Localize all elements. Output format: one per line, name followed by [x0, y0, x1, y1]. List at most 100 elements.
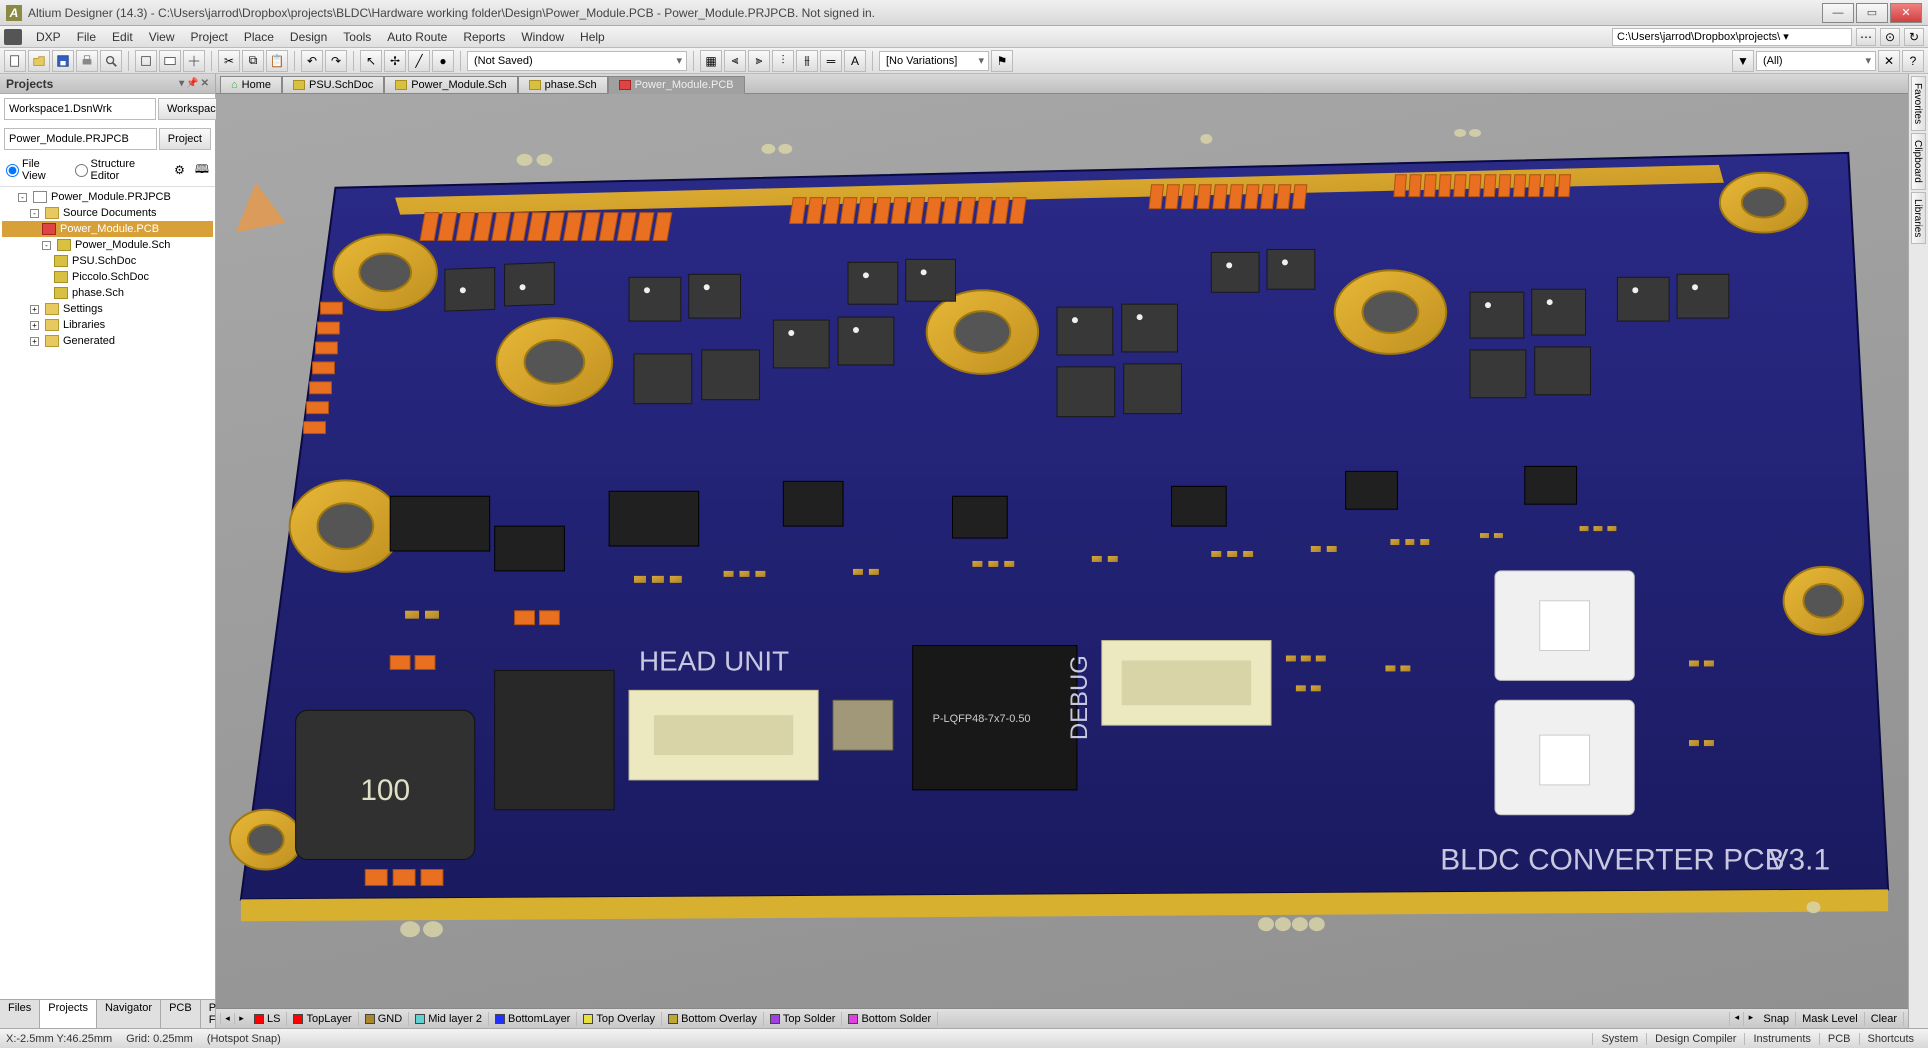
- close-button[interactable]: ✕: [1890, 3, 1922, 23]
- layer-tab[interactable]: LS: [248, 1012, 287, 1026]
- workspace-dropdown[interactable]: [4, 98, 156, 120]
- align-right-button[interactable]: ⫸: [748, 50, 770, 72]
- file-view-radio[interactable]: File View: [6, 158, 65, 182]
- project-file-field[interactable]: [4, 128, 157, 150]
- zoom-in-button[interactable]: [135, 50, 157, 72]
- align-top-button[interactable]: ⫶: [772, 50, 794, 72]
- layer-prev[interactable]: ◂: [220, 1013, 234, 1024]
- panel-menu-icon[interactable]: ▾: [179, 78, 184, 89]
- panel-close-icon[interactable]: ✕: [201, 78, 209, 89]
- distribute-button[interactable]: ═: [820, 50, 842, 72]
- print-button[interactable]: [76, 50, 98, 72]
- menu-tools[interactable]: Tools: [335, 28, 379, 46]
- tree-item[interactable]: +Generated: [2, 333, 213, 349]
- doc-tab[interactable]: phase.Sch: [518, 76, 608, 93]
- path-refresh-button[interactable]: ↻: [1904, 28, 1924, 46]
- project-tree[interactable]: -Power_Module.PRJPCB-Source DocumentsPow…: [0, 187, 215, 999]
- crosshair-button[interactable]: [183, 50, 205, 72]
- menu-design[interactable]: Design: [282, 28, 335, 46]
- tree-item[interactable]: PSU.SchDoc: [2, 253, 213, 269]
- text-button[interactable]: A: [844, 50, 866, 72]
- menu-view[interactable]: View: [141, 28, 183, 46]
- tree-item[interactable]: phase.Sch: [2, 285, 213, 301]
- right-tab-libraries[interactable]: Libraries: [1911, 192, 1926, 244]
- new-button[interactable]: [4, 50, 26, 72]
- layer-right-btn[interactable]: Snap: [1757, 1012, 1796, 1026]
- via-button[interactable]: ●: [432, 50, 454, 72]
- layer-tab[interactable]: BottomLayer: [489, 1012, 577, 1026]
- select-button[interactable]: ↖: [360, 50, 382, 72]
- undo-button[interactable]: ↶: [301, 50, 323, 72]
- right-tab-favorites[interactable]: Favorites: [1911, 76, 1926, 131]
- layer-right-btn[interactable]: Clear: [1865, 1012, 1904, 1026]
- tree-item[interactable]: Piccolo.SchDoc: [2, 269, 213, 285]
- menu-dxp[interactable]: DXP: [28, 28, 69, 46]
- move-button[interactable]: ✢: [384, 50, 406, 72]
- preview-button[interactable]: [100, 50, 122, 72]
- menu-auto-route[interactable]: Auto Route: [379, 28, 455, 46]
- panel-pin-icon[interactable]: 📌: [186, 78, 198, 89]
- align-bottom-button[interactable]: ⫵: [796, 50, 818, 72]
- bottom-tab[interactable]: Projects: [40, 1000, 97, 1028]
- doc-tab[interactable]: PSU.SchDoc: [282, 76, 384, 93]
- menu-reports[interactable]: Reports: [455, 28, 513, 46]
- panel-settings-icon[interactable]: ⚙: [174, 163, 185, 177]
- flag-button[interactable]: ⚑: [991, 50, 1013, 72]
- paste-button[interactable]: 📋: [266, 50, 288, 72]
- open-button[interactable]: [28, 50, 50, 72]
- layer-tab[interactable]: Mid layer 2: [409, 1012, 489, 1026]
- layer-next[interactable]: ▸: [234, 1013, 248, 1024]
- align-left-button[interactable]: ⫷: [724, 50, 746, 72]
- tree-item[interactable]: Power_Module.PCB: [2, 221, 213, 237]
- status-btn[interactable]: System: [1592, 1033, 1646, 1045]
- status-btn[interactable]: Shortcuts: [1859, 1033, 1922, 1045]
- dxp-icon[interactable]: [4, 29, 22, 45]
- filter-funnel-button[interactable]: ▼: [1732, 50, 1754, 72]
- bottom-tab[interactable]: Navigator: [97, 1000, 161, 1028]
- layer-right-btn[interactable]: Mask Level: [1796, 1012, 1865, 1026]
- layer-tab[interactable]: GND: [359, 1012, 409, 1026]
- doc-tab[interactable]: Power_Module.Sch: [384, 76, 517, 93]
- redo-button[interactable]: ↷: [325, 50, 347, 72]
- menu-help[interactable]: Help: [572, 28, 613, 46]
- tree-item[interactable]: -Power_Module.PRJPCB: [2, 189, 213, 205]
- path-browse-button[interactable]: ⋯: [1856, 28, 1876, 46]
- bottom-tab[interactable]: PCB: [161, 1000, 201, 1028]
- minimize-button[interactable]: —: [1822, 3, 1854, 23]
- project-button[interactable]: Project: [159, 128, 211, 150]
- path-dropdown[interactable]: C:\Users\jarrod\Dropbox\projects\ ▾: [1612, 28, 1852, 46]
- variation-combo[interactable]: [No Variations]: [879, 51, 989, 71]
- layer-tab[interactable]: TopLayer: [287, 1012, 358, 1026]
- menu-edit[interactable]: Edit: [104, 28, 141, 46]
- layer-tab[interactable]: Bottom Solder: [842, 1012, 938, 1026]
- menu-place[interactable]: Place: [236, 28, 282, 46]
- clear-filter-button[interactable]: ✕: [1878, 50, 1900, 72]
- tree-item[interactable]: +Libraries: [2, 317, 213, 333]
- save-button[interactable]: [52, 50, 74, 72]
- status-btn[interactable]: PCB: [1819, 1033, 1859, 1045]
- filter-combo[interactable]: (Not Saved): [467, 51, 687, 71]
- cut-button[interactable]: ✂: [218, 50, 240, 72]
- pcb-3d-viewport[interactable]: 100 HEAD UNIT: [216, 94, 1908, 1008]
- menu-window[interactable]: Window: [513, 28, 572, 46]
- layer-tab[interactable]: Bottom Overlay: [662, 1012, 764, 1026]
- right-tab-clipboard[interactable]: Clipboard: [1911, 133, 1926, 190]
- layer-tab[interactable]: Top Solder: [764, 1012, 843, 1026]
- structure-editor-radio[interactable]: Structure Editor: [75, 158, 165, 182]
- doc-tab[interactable]: Power_Module.PCB: [608, 76, 745, 94]
- maximize-button[interactable]: ▭: [1856, 3, 1888, 23]
- grid-button[interactable]: ▦: [700, 50, 722, 72]
- fit-button[interactable]: [159, 50, 181, 72]
- status-btn[interactable]: Instruments: [1744, 1033, 1818, 1045]
- all-combo[interactable]: (All): [1756, 51, 1876, 71]
- status-btn[interactable]: Design Compiler: [1646, 1033, 1744, 1045]
- help-icon[interactable]: ?: [1902, 50, 1924, 72]
- layer-tab[interactable]: Top Overlay: [577, 1012, 662, 1026]
- panel-tree-icon[interactable]: 🕮: [195, 160, 209, 181]
- route-button[interactable]: ╱: [408, 50, 430, 72]
- path-go-button[interactable]: ⊙: [1880, 28, 1900, 46]
- tree-item[interactable]: +Settings: [2, 301, 213, 317]
- bottom-tab[interactable]: Files: [0, 1000, 40, 1028]
- menu-file[interactable]: File: [69, 28, 104, 46]
- tree-item[interactable]: -Source Documents: [2, 205, 213, 221]
